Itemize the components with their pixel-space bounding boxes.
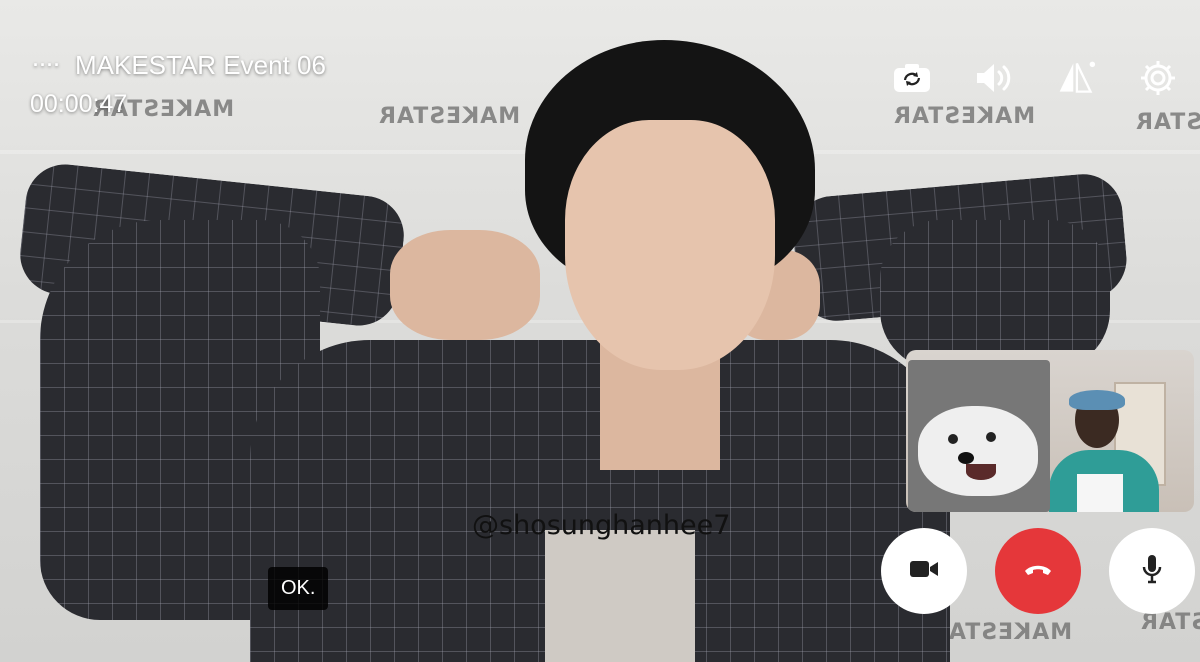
signal-icon: ···· <box>33 55 61 75</box>
right-forearm <box>880 220 1110 370</box>
microphone-icon <box>1142 554 1162 589</box>
dog-photo <box>918 406 1038 496</box>
speaker-icon[interactable] <box>974 58 1014 98</box>
self-view-pip[interactable] <box>906 350 1194 512</box>
dog-mouth <box>966 464 996 480</box>
left-hand <box>390 230 540 340</box>
watermark: @shosunghanhee7 <box>472 510 731 541</box>
gear-icon[interactable] <box>1138 58 1178 98</box>
flip-view-icon[interactable] <box>1056 58 1096 98</box>
backdrop-logo: MAKESTAR <box>378 104 521 129</box>
backdrop-logo: MAKESTAR <box>893 104 1036 129</box>
video-camera-icon <box>909 559 939 584</box>
call-header: ···· MAKESTAR Event 06 <box>33 50 326 81</box>
call-timer: 00:00:47 <box>30 90 128 118</box>
end-call-icon <box>1023 562 1053 581</box>
call-title: MAKESTAR Event 06 <box>74 50 326 80</box>
headband <box>1069 390 1125 410</box>
dog-nose <box>958 452 974 464</box>
backdrop-logo: MAKESTAR <box>1135 110 1200 135</box>
top-controls <box>892 58 1178 98</box>
dog-eye <box>986 432 996 442</box>
self-view-person <box>1049 390 1159 512</box>
video-call-screen: MAKESTAR MAKESTAR MAKESTAR MAKESTAR MAKE… <box>0 0 1200 662</box>
dog-eye <box>948 434 958 444</box>
held-phone-photo <box>908 360 1050 512</box>
end-call-button[interactable] <box>995 528 1081 614</box>
camera-switch-icon[interactable] <box>892 58 932 98</box>
backdrop-logo: MAKESTAR <box>930 620 1073 645</box>
subtitle-caption: OK. <box>268 567 329 610</box>
face <box>565 120 775 370</box>
paper-sheet <box>1077 474 1123 512</box>
mute-button[interactable] <box>1109 528 1195 614</box>
video-toggle-button[interactable] <box>881 528 967 614</box>
inner-shirt <box>545 530 695 662</box>
